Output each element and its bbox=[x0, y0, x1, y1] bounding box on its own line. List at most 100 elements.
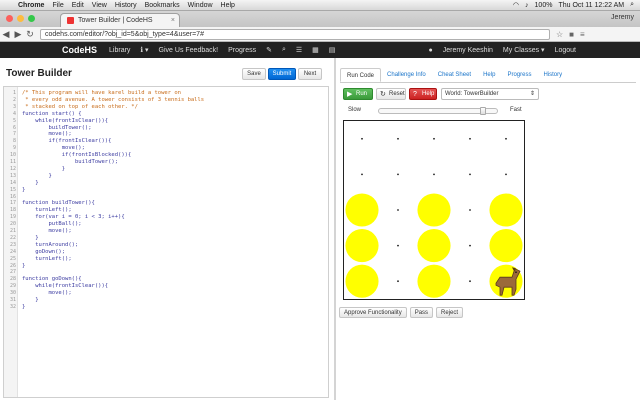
tab-challenge-info[interactable]: Challenge Info bbox=[381, 68, 432, 82]
code-line[interactable]: } bbox=[22, 297, 38, 303]
code-line[interactable]: turnLeft(); bbox=[22, 256, 71, 262]
codehs-logo[interactable]: CodeHS bbox=[62, 45, 97, 55]
settings-icon[interactable]: ✎ bbox=[266, 46, 272, 54]
menu-view[interactable]: View bbox=[92, 2, 107, 9]
code-line[interactable]: } bbox=[22, 166, 65, 172]
code-editor[interactable]: 1 2 3 4 5 6 7 8 9 10 11 12 13 14 15 16 17 18 19 20 21 22 23 24 2… bbox=[3, 86, 329, 398]
back-icon[interactable]: ◀ bbox=[0, 29, 12, 40]
code-line[interactable]: buildTower(); bbox=[22, 159, 118, 165]
zoom-window-icon[interactable] bbox=[28, 15, 35, 22]
code-line[interactable]: function start() { bbox=[22, 111, 82, 117]
pass-button[interactable]: Pass bbox=[409, 307, 434, 318]
menu-edit[interactable]: Edit bbox=[72, 2, 84, 9]
world-select[interactable]: World: TowerBuilder ⇕ bbox=[441, 88, 539, 100]
code-line[interactable]: buildTower(); bbox=[22, 125, 91, 131]
code-line[interactable]: * stacked on top of each other. */ bbox=[22, 104, 138, 110]
next-button[interactable]: Next bbox=[298, 68, 322, 80]
code-line[interactable]: } bbox=[22, 180, 38, 186]
code-line[interactable]: } bbox=[22, 235, 38, 241]
run-label: Run bbox=[356, 91, 368, 97]
line-number: 8 bbox=[12, 138, 16, 145]
grid-corner-dot bbox=[469, 280, 471, 283]
menu-chrome[interactable]: Chrome bbox=[18, 2, 44, 9]
user-name[interactable]: Jeremy Keeshin bbox=[443, 47, 493, 54]
code-line[interactable]: while(frontIsClear()){ bbox=[22, 283, 108, 289]
battery-label[interactable]: 100% bbox=[535, 2, 553, 9]
code-line[interactable]: if(frontIsBlocked()){ bbox=[22, 152, 132, 158]
code-line[interactable]: function goDown(){ bbox=[22, 276, 82, 282]
settings-menu-icon[interactable]: ≡ bbox=[580, 30, 585, 39]
my-classes-menu[interactable]: My Classes ▾ bbox=[503, 46, 545, 54]
list-icon[interactable]: ☰ bbox=[296, 46, 302, 54]
grid-icon[interactable]: ▦ bbox=[312, 46, 319, 54]
address-bar-row: ◀ ▶ ↻ codehs.com/editor/?obj_id=5&obj_ty… bbox=[0, 27, 640, 42]
logout-link[interactable]: Logout bbox=[555, 47, 576, 54]
menu-window[interactable]: Window bbox=[188, 2, 213, 9]
volume-icon[interactable]: ♪ bbox=[525, 2, 529, 9]
tab-history[interactable]: History bbox=[537, 68, 568, 82]
user-icon[interactable]: ● bbox=[428, 47, 432, 54]
line-number: 28 bbox=[9, 276, 16, 283]
menu-history[interactable]: History bbox=[115, 2, 137, 9]
info-icon[interactable]: ℹ ▾ bbox=[140, 46, 148, 54]
tab-progress[interactable]: Progress bbox=[501, 68, 537, 82]
code-line[interactable]: for(var i = 0; i < 3; i++){ bbox=[22, 214, 124, 220]
code-line[interactable]: * every odd avenue. A tower consists of … bbox=[22, 97, 204, 103]
nav-feedback[interactable]: Give Us Feedback! bbox=[159, 47, 219, 54]
run-button[interactable]: ▶ Run bbox=[343, 88, 373, 100]
tab-help[interactable]: Help bbox=[477, 68, 501, 82]
url-field[interactable]: codehs.com/editor/?obj_id=5&obj_type=4&u… bbox=[40, 28, 550, 40]
clock-label[interactable]: Thu Oct 11 12:22 AM bbox=[558, 2, 624, 9]
code-line[interactable]: move(); bbox=[22, 290, 71, 296]
reject-button[interactable]: Reject bbox=[436, 307, 464, 318]
code-line[interactable]: turnLeft(); bbox=[22, 207, 71, 213]
code-line[interactable]: turnAround(); bbox=[22, 242, 78, 248]
nav-library[interactable]: Library bbox=[109, 47, 130, 54]
menu-bookmarks[interactable]: Bookmarks bbox=[145, 2, 180, 9]
close-window-icon[interactable] bbox=[6, 15, 13, 22]
code-line[interactable]: if(frontIsClear()){ bbox=[22, 138, 111, 144]
code-line[interactable]: } bbox=[22, 304, 25, 310]
minimize-window-icon[interactable] bbox=[17, 15, 24, 22]
wifi-icon[interactable]: ◠ bbox=[513, 1, 519, 9]
pane-divider[interactable] bbox=[334, 58, 336, 400]
menu-file[interactable]: File bbox=[52, 2, 63, 9]
spotlight-icon[interactable]: ⌕ bbox=[630, 1, 634, 9]
extension-icon[interactable]: ■ bbox=[569, 30, 574, 39]
reload-icon[interactable]: ↻ bbox=[24, 29, 36, 40]
code-line[interactable]: function buildTower(){ bbox=[22, 200, 95, 206]
tab-run-code[interactable]: Run Code bbox=[340, 68, 382, 82]
code-line[interactable]: move(); bbox=[22, 228, 71, 234]
speed-slider[interactable] bbox=[378, 107, 498, 115]
star-icon[interactable]: ☆ bbox=[556, 30, 563, 39]
line-number: 27 bbox=[9, 269, 16, 276]
code-line[interactable]: move(); bbox=[22, 145, 85, 151]
code-line[interactable]: } bbox=[22, 187, 25, 193]
forward-icon[interactable]: ▶ bbox=[12, 29, 24, 40]
code-line[interactable]: /* This program will have karel build a … bbox=[22, 90, 181, 96]
tab-cheat-sheet[interactable]: Cheat Sheet bbox=[432, 68, 477, 82]
code-line[interactable]: } bbox=[22, 263, 25, 269]
submit-button[interactable]: Submit bbox=[268, 68, 296, 80]
grid-corner-dot bbox=[469, 137, 471, 140]
search-icon[interactable]: ⌕ bbox=[282, 46, 286, 54]
page-body: Tower Builder Save Submit Next 123456789… bbox=[0, 58, 640, 400]
favicon-icon bbox=[67, 17, 74, 24]
browser-tab[interactable]: Tower Builder | CodeHS × bbox=[60, 13, 180, 27]
close-tab-icon[interactable]: × bbox=[171, 17, 175, 24]
book-icon[interactable]: ▤ bbox=[329, 46, 336, 54]
help-button[interactable]: ? Help bbox=[409, 88, 437, 100]
code-line[interactable]: move(); bbox=[22, 131, 71, 137]
browser-user[interactable]: Jeremy bbox=[611, 14, 634, 21]
code-line[interactable]: goDown(); bbox=[22, 249, 65, 255]
menu-help[interactable]: Help bbox=[221, 2, 235, 9]
page-title: Tower Builder bbox=[6, 68, 72, 79]
code-line[interactable]: } bbox=[22, 173, 51, 179]
approve-functionality-button[interactable]: Approve Functionality bbox=[339, 307, 407, 318]
code-line[interactable]: while(frontIsClear()){ bbox=[22, 118, 108, 124]
speed-slider-handle[interactable] bbox=[479, 107, 486, 115]
code-line[interactable]: putBall(); bbox=[22, 221, 81, 227]
reset-button[interactable]: ↻ Reset bbox=[376, 88, 406, 100]
nav-progress[interactable]: Progress bbox=[228, 47, 256, 54]
save-button[interactable]: Save bbox=[242, 68, 266, 80]
